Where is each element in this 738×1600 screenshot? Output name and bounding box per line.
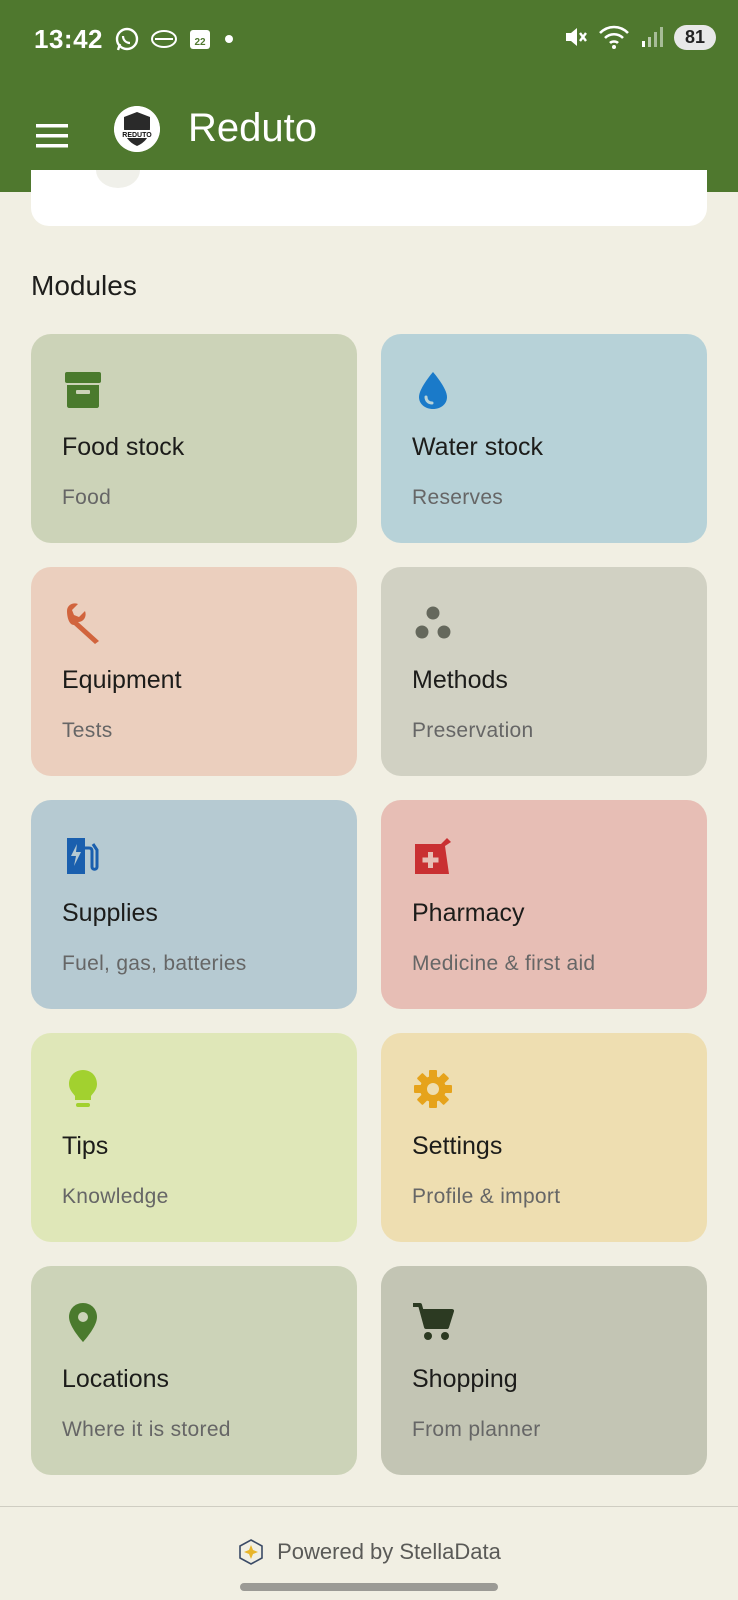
module-title: Equipment [62, 666, 182, 694]
module-shopping[interactable]: Shopping From planner [381, 1266, 707, 1475]
module-subtitle: Profile & import [412, 1185, 561, 1208]
card-avatar-icon [96, 170, 140, 188]
notification-dot-icon [225, 35, 233, 43]
wifi-icon [599, 25, 629, 49]
module-title: Water stock [412, 433, 544, 461]
map-pin-icon [69, 1303, 97, 1342]
module-subtitle: Where it is stored [62, 1418, 231, 1441]
svg-text:22: 22 [194, 37, 206, 48]
footer-divider [0, 1506, 738, 1507]
module-title: Supplies [62, 899, 158, 927]
module-title: Pharmacy [412, 899, 525, 927]
modules-grid: Food stock Food Water stock Reserves Equ… [31, 334, 707, 1475]
module-subtitle: Knowledge [62, 1185, 169, 1208]
module-subtitle: Fuel, gas, batteries [62, 952, 247, 975]
module-food-stock[interactable]: Food stock Food [31, 334, 357, 543]
module-subtitle: Preservation [412, 719, 534, 742]
dots-cluster-icon [415, 606, 451, 639]
mute-icon [566, 28, 587, 46]
cart-icon [413, 1303, 454, 1340]
module-locations[interactable]: Locations Where it is stored [31, 1266, 357, 1475]
shield-logo-icon: REDUTO [114, 106, 160, 152]
module-subtitle: From planner [412, 1418, 541, 1441]
home-indicator[interactable] [240, 1583, 498, 1591]
modules-heading: Modules [31, 270, 137, 301]
summary-card[interactable] [31, 170, 707, 226]
footer-text[interactable]: Powered by StellaData [277, 1539, 501, 1565]
ev-station-icon [67, 838, 99, 874]
module-water-stock[interactable]: Water stock Reserves [381, 334, 707, 543]
module-subtitle: Reserves [412, 486, 504, 509]
notification-icons: 22 [114, 26, 236, 52]
module-title: Shopping [412, 1365, 518, 1393]
module-tips[interactable]: Tips Knowledge [31, 1033, 357, 1242]
module-title: Methods [412, 666, 508, 694]
status-bar: 13:42 22 81 [0, 0, 738, 80]
module-equipment[interactable]: Equipment Tests [31, 567, 357, 776]
stelladata-logo-icon [239, 1539, 263, 1565]
module-settings[interactable]: Settings Profile & import [381, 1033, 707, 1242]
water-drop-icon [419, 372, 447, 409]
lightbulb-icon [69, 1070, 97, 1107]
module-subtitle: Food [62, 486, 112, 509]
status-time: 13:42 [34, 24, 103, 54]
module-supplies[interactable]: Supplies Fuel, gas, batteries [31, 800, 357, 1009]
archive-icon [65, 372, 101, 408]
menu-icon[interactable] [30, 114, 74, 158]
calendar-icon: 22 [190, 30, 210, 49]
footer: Powered by StellaData [0, 1538, 738, 1566]
module-title: Food stock [62, 433, 185, 461]
module-subtitle: Tests [62, 719, 113, 742]
wrench-icon [67, 603, 99, 644]
module-pharmacy[interactable]: Pharmacy Medicine & first aid [381, 800, 707, 1009]
battery-level: 81 [674, 24, 716, 50]
module-title: Settings [412, 1132, 503, 1160]
module-title: Tips [62, 1132, 109, 1160]
whatsapp-icon [115, 27, 139, 51]
app-logo: REDUTO [114, 106, 160, 152]
gear-icon [414, 1070, 452, 1108]
app-title: Reduto [188, 106, 317, 150]
system-status-icons: 81 [562, 24, 716, 50]
svg-text:REDUTO: REDUTO [122, 132, 152, 139]
pharmacy-icon [415, 838, 451, 874]
module-methods[interactable]: Methods Preservation [381, 567, 707, 776]
module-subtitle: Medicine & first aid [412, 952, 596, 975]
signal-icon [642, 27, 663, 47]
module-title: Locations [62, 1365, 170, 1393]
food-bowl-icon [151, 30, 177, 48]
